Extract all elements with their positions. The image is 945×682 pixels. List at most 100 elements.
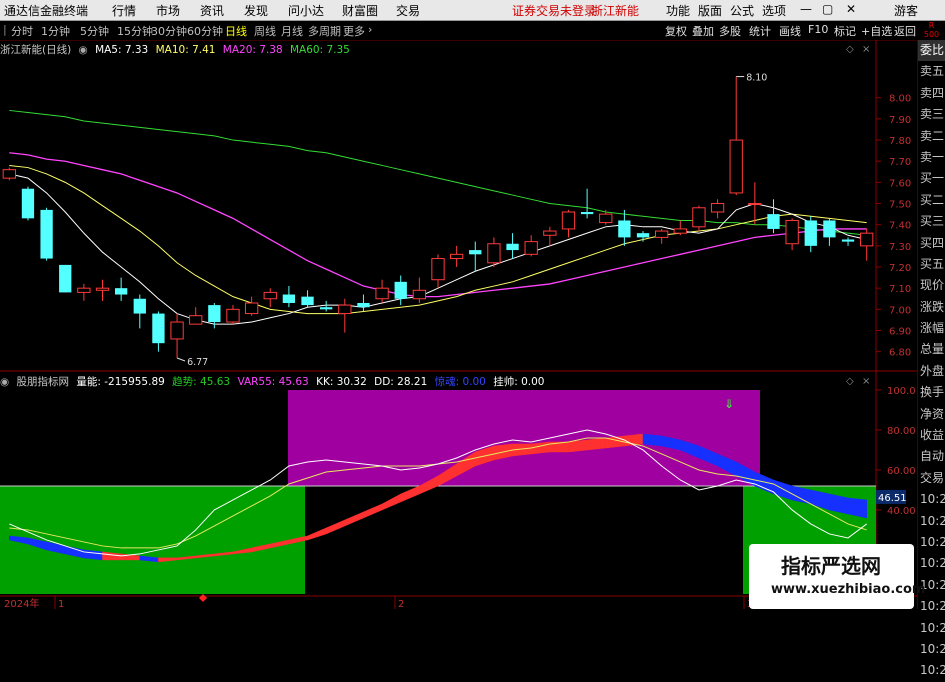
price-axis-label: 7.10 [889, 284, 911, 295]
candle-body [841, 239, 855, 242]
side-cell[interactable]: 10:20 [918, 553, 945, 574]
band-segment [363, 503, 383, 519]
candle-body [449, 253, 464, 260]
side-cell[interactable]: 买一 [918, 168, 945, 189]
quote-side-panel: 委比 卖五 卖四 卖三 卖二 卖一 买一 买二 买三 买四 买五 现价 涨跌 涨幅 总量 外盘 换手 净资 收益 自动… [917, 40, 945, 677]
side-cell[interactable]: 买四 [918, 233, 945, 254]
side-cell[interactable]: 自动 [918, 446, 945, 467]
candle-body [412, 289, 427, 300]
price-axis-label: 7.60 [889, 178, 911, 189]
candle-body [59, 264, 72, 293]
indicator-axis-label: 40.00 [887, 506, 916, 517]
candle-body [226, 308, 240, 323]
candle-body [282, 294, 296, 303]
candle-body [21, 188, 35, 219]
price-axis-label: 7.80 [889, 136, 911, 147]
side-cell[interactable]: 交易 [918, 468, 945, 489]
band-segment [325, 519, 346, 535]
candle-body [636, 233, 650, 238]
side-cell[interactable]: 10:20 [918, 660, 945, 681]
candle-body [208, 305, 221, 323]
price-axis-label: 6.90 [889, 326, 911, 337]
side-cell[interactable]: 总量 [918, 339, 945, 360]
side-cell[interactable]: 10:20 [918, 618, 945, 639]
candle-body [673, 228, 687, 234]
candle-body [189, 315, 203, 325]
date-year-label: 2024年 [4, 597, 39, 609]
price-axis-label: 6.80 [889, 348, 911, 359]
side-cell[interactable]: 委比 [918, 40, 945, 62]
candle-body [469, 250, 482, 255]
purple-region [288, 390, 760, 486]
band-segment [83, 549, 103, 561]
candle-body [543, 230, 557, 236]
chart-settings-icon: ◇ [846, 44, 854, 55]
candle-body [338, 304, 352, 315]
side-cell[interactable]: 10:20 [918, 511, 945, 532]
candle-body [860, 232, 874, 247]
band-segment [605, 435, 625, 449]
side-cell[interactable]: 10:20 [918, 596, 945, 617]
candle-body [263, 291, 277, 300]
high-annotation: 8.10 [746, 73, 767, 84]
price-axis-label: 7.70 [889, 157, 911, 168]
candle-body [95, 287, 110, 291]
candle-body [152, 313, 165, 344]
candle-body [506, 243, 519, 251]
candle-body [487, 243, 501, 264]
side-cell[interactable]: 买五 [918, 254, 945, 275]
band-segment [530, 441, 551, 455]
price-axis-label: 7.50 [889, 200, 911, 211]
low-annotation: 6.77 [187, 357, 208, 368]
candle-body [823, 220, 836, 238]
watermark: 指标严选网 www.xuezhibiao.com [749, 544, 925, 609]
candle-body [301, 296, 314, 306]
side-cell[interactable]: 换手 [918, 382, 945, 403]
side-cell[interactable]: 现价 [918, 275, 945, 296]
candle-body [710, 203, 725, 213]
band-segment [586, 437, 606, 451]
band-segment [381, 493, 401, 511]
side-cell[interactable]: 外盘 [918, 361, 945, 382]
candle-body [599, 213, 613, 224]
price-axis-label: 7.00 [889, 305, 911, 316]
side-cell[interactable]: 10:20 [918, 532, 945, 553]
price-axis-label: 7.20 [889, 263, 911, 274]
price-axis-label: 7.40 [889, 221, 911, 232]
candle-body [692, 207, 706, 228]
candle-body [767, 214, 780, 229]
chart-close-icon: × [862, 44, 870, 55]
candle-body [357, 302, 370, 308]
side-cell[interactable]: 卖四 [918, 83, 945, 104]
candle-body [748, 203, 762, 206]
side-cell[interactable]: 卖五 [918, 61, 945, 82]
side-cell[interactable]: 涨幅 [918, 318, 945, 339]
price-axis-label: 7.30 [889, 242, 911, 253]
side-cell[interactable]: 买二 [918, 190, 945, 211]
candle-body [394, 281, 407, 299]
side-cell[interactable]: 10:20 [918, 489, 945, 510]
side-cell[interactable]: 卖一 [918, 147, 945, 168]
candle-body [320, 307, 333, 310]
side-cell[interactable]: 涨跌 [918, 297, 945, 318]
down-arrow-icon: ⇓ [724, 397, 734, 411]
candle-body [170, 321, 184, 340]
side-cell[interactable]: 净资 [918, 404, 945, 425]
band-segment [307, 527, 327, 541]
candle-body [785, 219, 799, 245]
date-mark-label: 1 [58, 599, 64, 609]
candle-body [580, 212, 594, 215]
side-cell[interactable]: 卖二 [918, 126, 945, 147]
candle-body [114, 288, 128, 295]
indicator-axis-label: 80.00 [887, 426, 916, 437]
side-cell[interactable]: 买三 [918, 211, 945, 232]
price-axis-label: 8.00 [889, 94, 911, 105]
candle-body [40, 209, 53, 259]
side-cell[interactable]: 10:20 [918, 639, 945, 660]
side-cell[interactable]: 收益 [918, 425, 945, 446]
indicator-axis-label: 100.0 [887, 386, 916, 397]
indicator-axis-label: 60.00 [887, 466, 916, 477]
chart-canvas[interactable]: 8.00 7.90 7.80 7.70 7.60 7.50 7.40 7.30 7.20 7.10… [0, 0, 917, 609]
side-cell[interactable]: 卖三 [918, 104, 945, 125]
band-segment [642, 433, 662, 447]
